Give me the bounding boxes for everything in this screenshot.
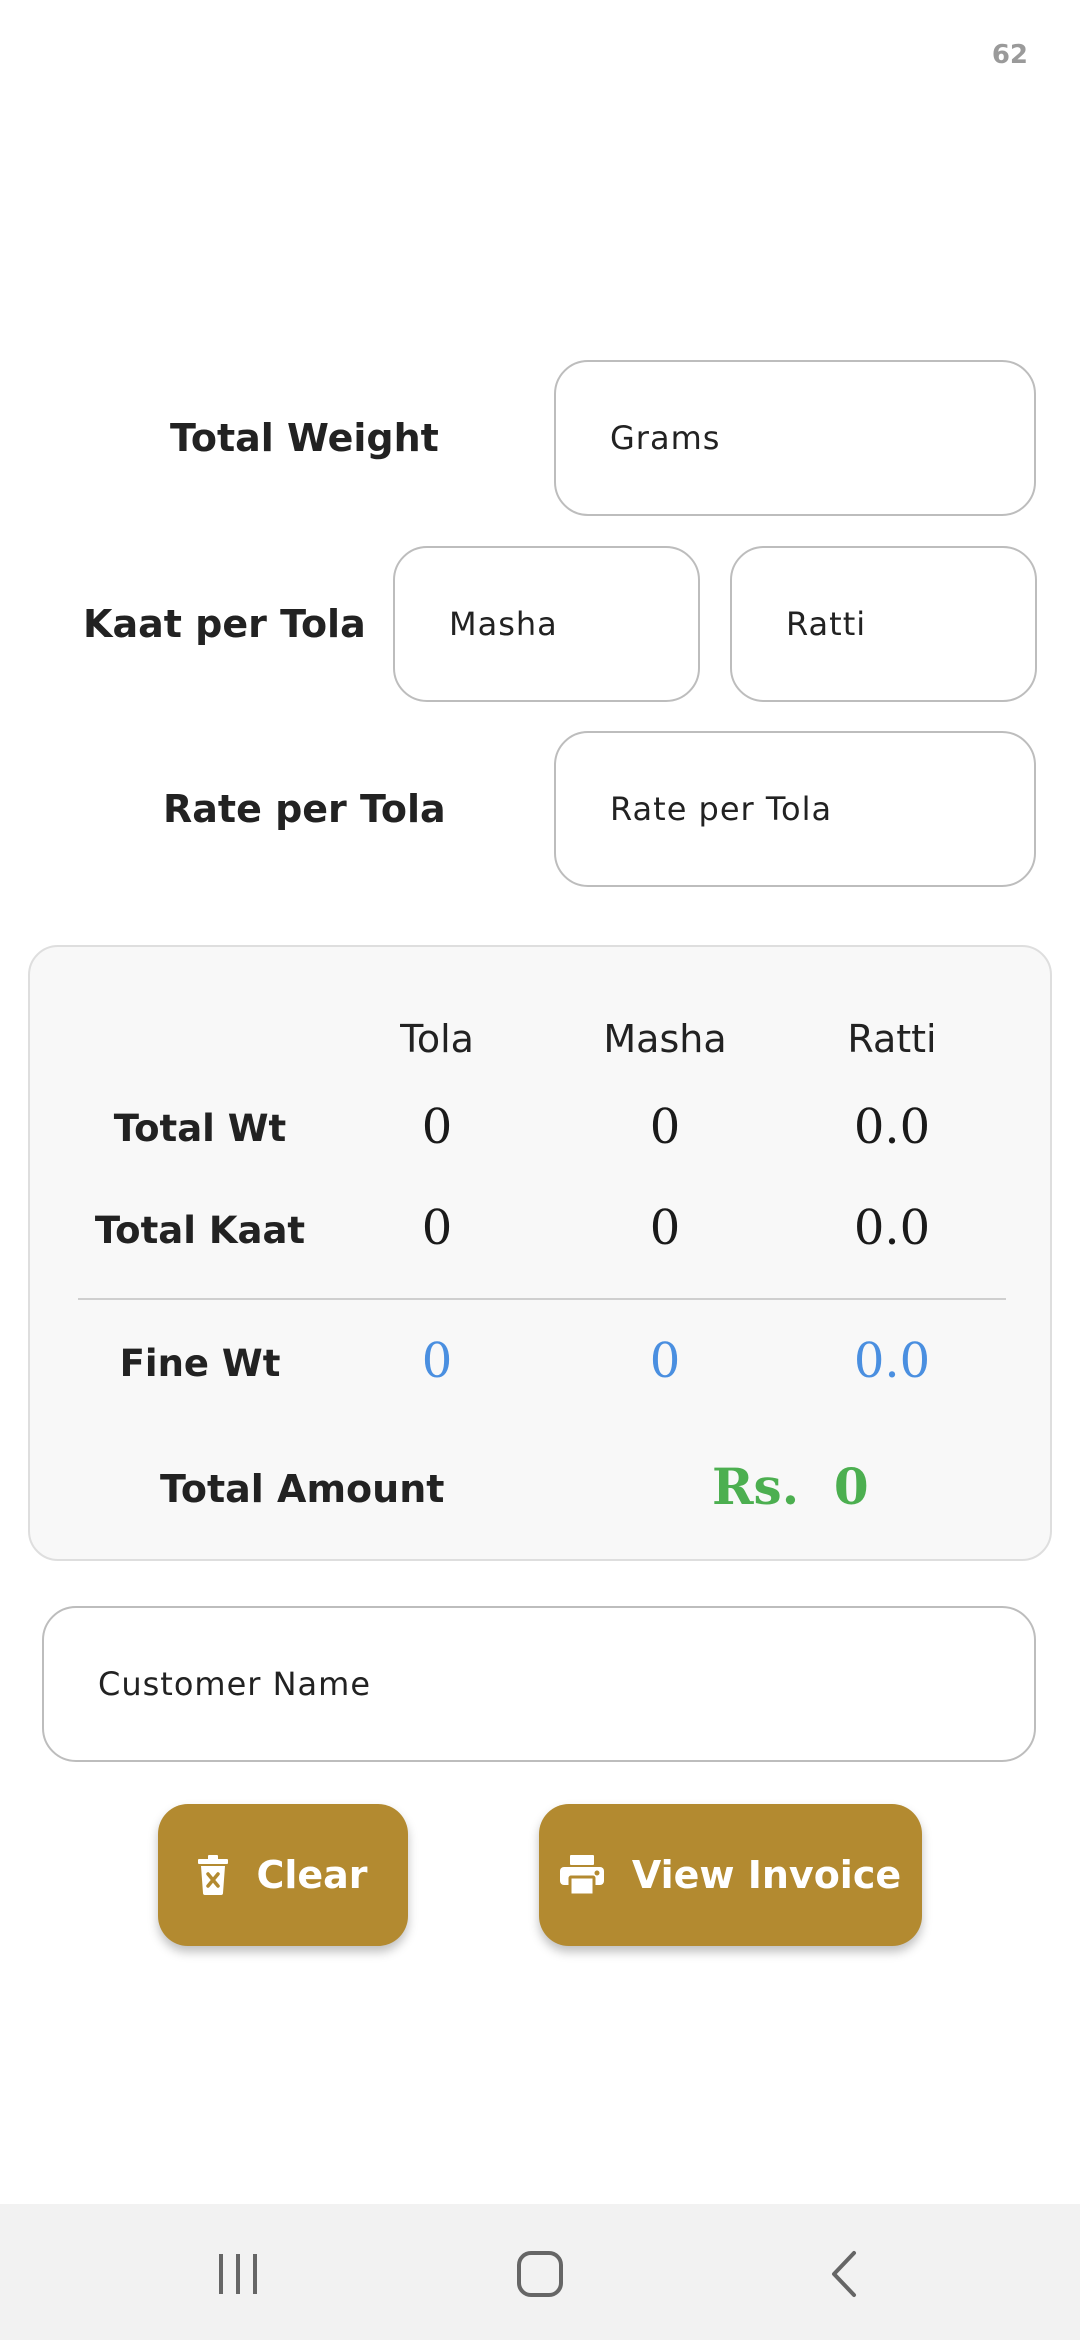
total-weight-field[interactable]	[554, 360, 1036, 516]
status-count: 62	[991, 40, 1028, 70]
calculator-screen: 62 Total Weight Kaat per Tola Rate per T…	[0, 0, 1080, 2340]
total-kaat-ratti: 0.0	[853, 1200, 931, 1256]
column-header-masha: Masha	[603, 1017, 727, 1061]
back-icon[interactable]	[784, 2234, 904, 2314]
kaat-per-tola-label: Kaat per Tola	[83, 602, 366, 646]
total-amount-value: Rs. 0	[712, 1457, 869, 1516]
total-kaat-label: Total Kaat	[94, 1209, 306, 1252]
total-wt-ratti: 0.0	[853, 1099, 931, 1155]
trash-icon	[198, 1855, 229, 1895]
customer-name-input[interactable]	[98, 1665, 1034, 1703]
clear-button[interactable]: Clear	[158, 1804, 408, 1946]
fine-wt-masha: 0	[649, 1333, 681, 1389]
fine-wt-tola: 0	[421, 1333, 453, 1389]
recent-apps-icon[interactable]	[178, 2234, 298, 2314]
column-header-ratti: Ratti	[847, 1017, 937, 1061]
summary-divider	[78, 1298, 1006, 1300]
printer-icon	[559, 1855, 604, 1895]
view-invoice-button-label: View Invoice	[631, 1853, 902, 1897]
kaat-ratti-field[interactable]	[730, 546, 1037, 702]
ratti-input[interactable]	[786, 605, 1035, 643]
rate-per-tola-label: Rate per Tola	[163, 787, 446, 831]
grams-input[interactable]	[610, 419, 1034, 457]
system-navigation-bar	[0, 2204, 1080, 2340]
total-kaat-tola: 0	[421, 1200, 453, 1256]
total-weight-label: Total Weight	[170, 416, 439, 460]
rate-per-tola-field[interactable]	[554, 731, 1036, 887]
total-wt-label: Total Wt	[113, 1107, 287, 1150]
column-header-tola: Tola	[400, 1017, 474, 1061]
summary-card: Tola Masha Ratti Total Wt 0 0 0.0 Total …	[28, 945, 1052, 1561]
clear-button-label: Clear	[256, 1853, 368, 1897]
kaat-masha-field[interactable]	[393, 546, 700, 702]
total-amount-label: Total Amount	[160, 1467, 445, 1511]
rate-per-tola-input[interactable]	[610, 790, 1034, 828]
total-kaat-masha: 0	[649, 1200, 681, 1256]
fine-wt-label: Fine Wt	[119, 1342, 281, 1385]
customer-name-field[interactable]	[42, 1606, 1036, 1762]
total-wt-masha: 0	[649, 1099, 681, 1155]
view-invoice-button[interactable]: View Invoice	[539, 1804, 922, 1946]
total-wt-tola: 0	[421, 1099, 453, 1155]
home-icon[interactable]	[480, 2234, 600, 2314]
masha-input[interactable]	[449, 605, 698, 643]
fine-wt-ratti: 0.0	[853, 1333, 931, 1389]
